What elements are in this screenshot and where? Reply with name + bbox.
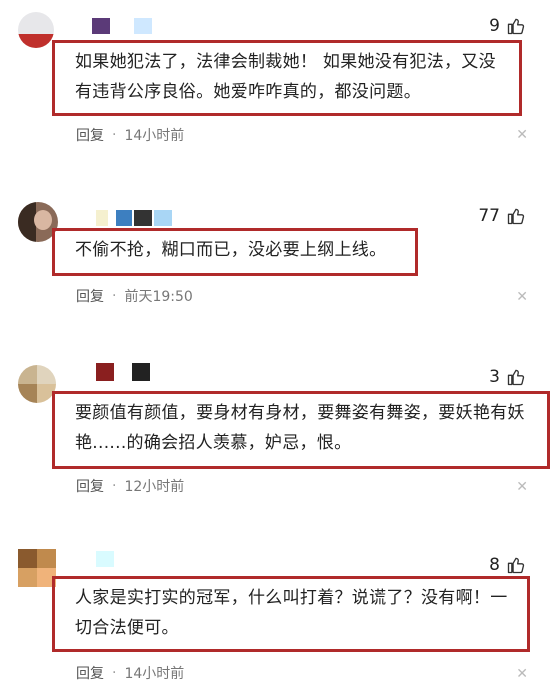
timestamp: 12小时前 — [124, 479, 185, 495]
comment-text-highlight: 不偷不抢，糊口而已，没必要上纲上线。 — [52, 228, 418, 276]
separator-dot: · — [112, 127, 117, 143]
comment-text-highlight: 要颜值有颜值，要身材有身材，要舞姿有舞姿，要妖艳有妖艳......的确会招人羡慕… — [52, 391, 550, 469]
timestamp: 前天19:50 — [124, 289, 193, 305]
like-button[interactable]: 8 — [489, 555, 526, 575]
comment-meta: 回复 · 前天19:50 — [76, 286, 193, 306]
comment-text-highlight: 如果她犯法了，法律会制裁她！ 如果她没有犯法，又没有违背公序良俗。她爱咋咋真的，… — [52, 40, 522, 116]
like-button[interactable]: 77 — [478, 206, 526, 226]
thumbs-up-icon — [506, 555, 526, 575]
reply-button[interactable]: 回复 — [76, 125, 104, 145]
separator-dot: · — [112, 665, 117, 681]
reply-button[interactable]: 回复 — [76, 663, 104, 683]
thumbs-up-icon — [506, 16, 526, 36]
like-count: 3 — [489, 367, 500, 387]
comment-item: 8 人家是实打实的冠军，什么叫打着？说谎了？没有啊！一切合法便可。 回复 · 1… — [0, 543, 556, 688]
comment-text: 如果她犯法了，法律会制裁她！ 如果她没有犯法，又没有违背公序良俗。她爱咋咋真的，… — [75, 52, 496, 102]
avatar[interactable] — [18, 12, 54, 48]
reply-button[interactable]: 回复 — [76, 286, 104, 306]
like-count: 77 — [478, 206, 500, 226]
avatar[interactable] — [18, 549, 56, 587]
thumbs-up-icon — [506, 206, 526, 226]
timestamp: 14小时前 — [124, 666, 185, 682]
reply-button[interactable]: 回复 — [76, 476, 104, 496]
close-icon[interactable]: ✕ — [516, 289, 528, 305]
comment-item: 77 不偷不抢，糊口而已，没必要上纲上线。 回复 · 前天19:50 ✕ — [0, 190, 556, 340]
separator-dot: · — [112, 288, 117, 304]
comment-item: 9 如果她犯法了，法律会制裁她！ 如果她没有犯法，又没有违背公序良俗。她爱咋咋真… — [0, 0, 556, 170]
comment-meta: 回复 · 14小时前 — [76, 125, 184, 145]
comment-text: 要颜值有颜值，要身材有身材，要舞姿有舞姿，要妖艳有妖艳......的确会招人羡慕… — [75, 403, 525, 453]
like-count: 9 — [489, 16, 500, 36]
like-button[interactable]: 3 — [489, 367, 526, 387]
close-icon[interactable]: ✕ — [516, 479, 528, 495]
separator-dot: · — [112, 478, 117, 494]
comment-meta: 回复 · 12小时前 — [76, 476, 184, 496]
comment-text: 不偷不抢，糊口而已，没必要上纲上线。 — [75, 240, 387, 260]
comment-text: 人家是实打实的冠军，什么叫打着？说谎了？没有啊！一切合法便可。 — [75, 588, 508, 638]
like-button[interactable]: 9 — [489, 16, 526, 36]
close-icon[interactable]: ✕ — [516, 127, 528, 143]
close-icon[interactable]: ✕ — [516, 666, 528, 682]
comment-item: 3 要颜值有颜值，要身材有身材，要舞姿有舞姿，要妖艳有妖艳......的确会招人… — [0, 355, 556, 505]
timestamp: 14小时前 — [124, 128, 185, 144]
comment-text-highlight: 人家是实打实的冠军，什么叫打着？说谎了？没有啊！一切合法便可。 — [52, 576, 530, 652]
avatar[interactable] — [18, 365, 56, 403]
like-count: 8 — [489, 555, 500, 575]
thumbs-up-icon — [506, 367, 526, 387]
comment-meta: 回复 · 14小时前 — [76, 663, 184, 683]
